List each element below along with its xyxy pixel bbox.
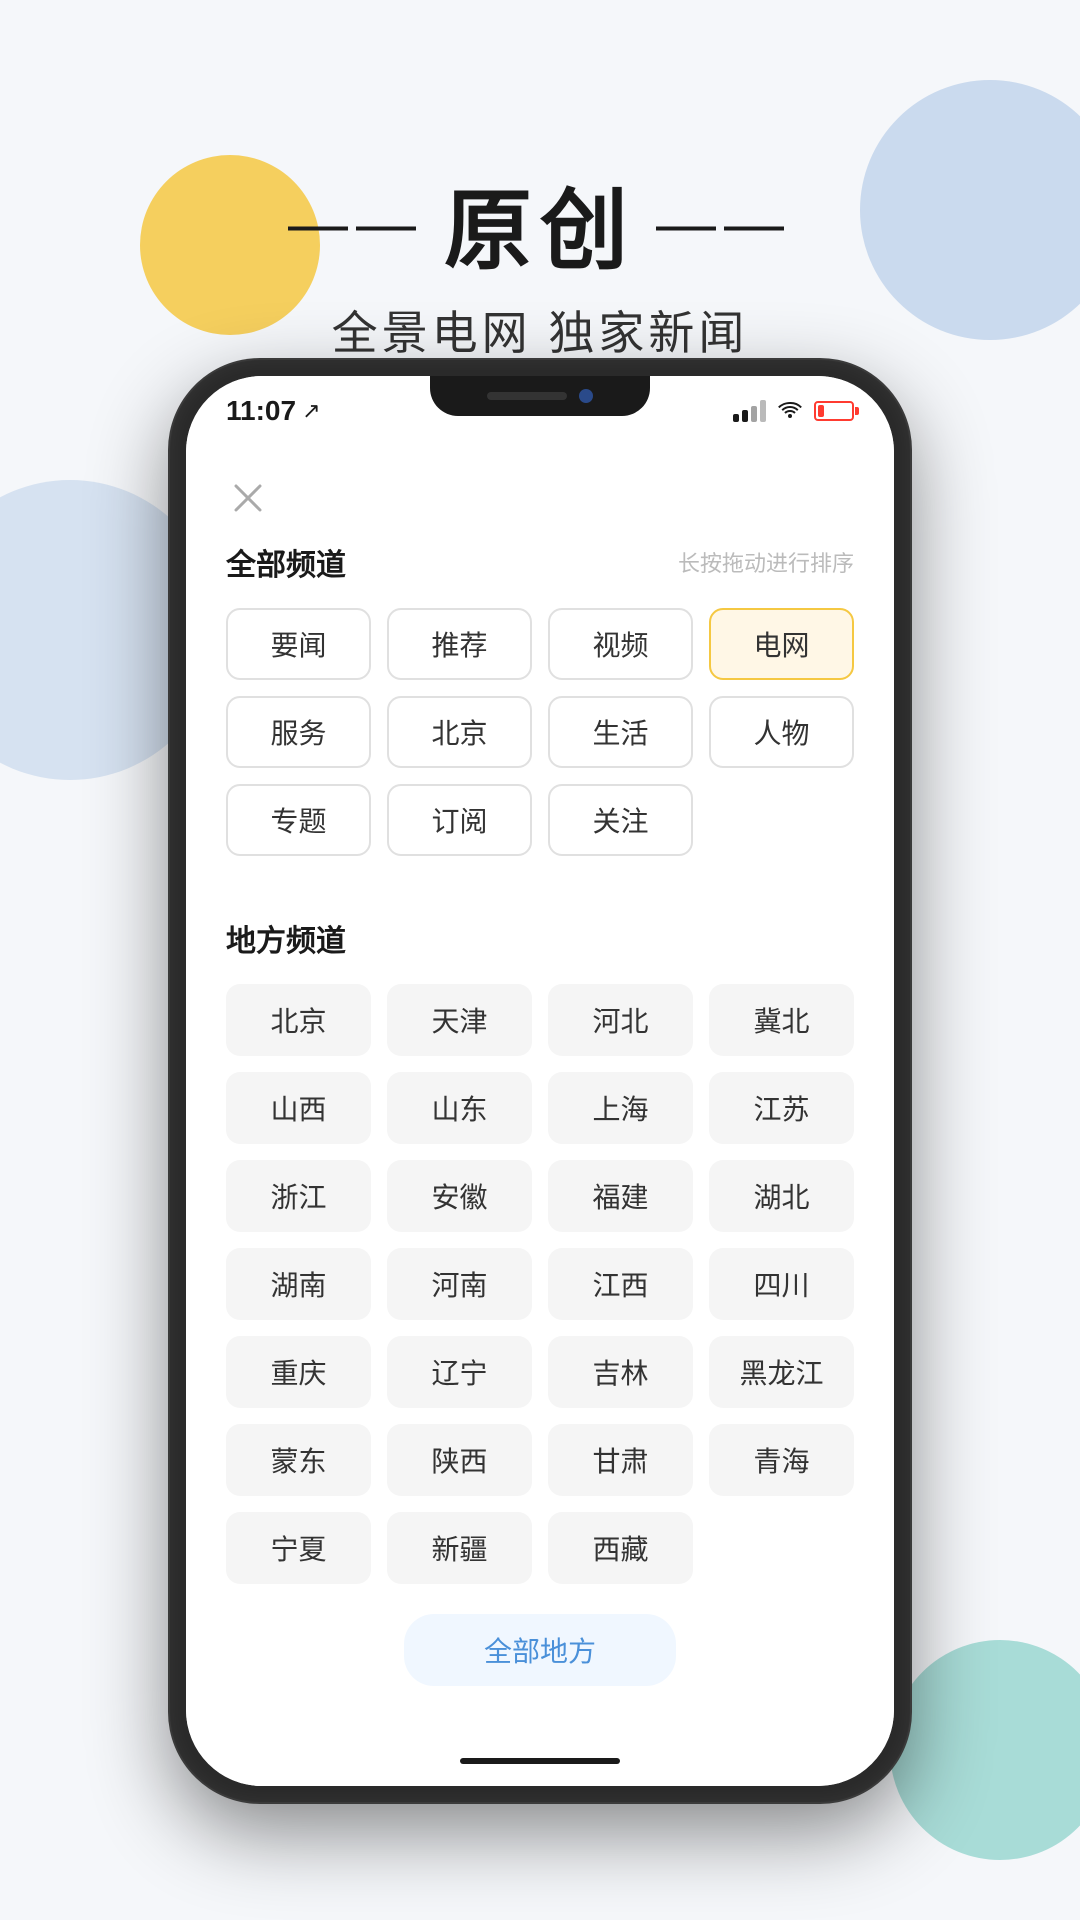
loc-anhui[interactable]: 安徽 — [387, 1160, 532, 1232]
loc-beijing[interactable]: 北京 — [226, 984, 371, 1056]
loc-fujian[interactable]: 福建 — [548, 1160, 693, 1232]
all-local-button[interactable]: 全部地方 — [404, 1614, 676, 1686]
loc-jibei[interactable]: 冀北 — [709, 984, 854, 1056]
bg-circle-teal-bottom — [890, 1640, 1080, 1860]
local-channels-title: 地方频道 — [226, 916, 346, 960]
dash-left: —— — [288, 189, 424, 258]
status-icons — [733, 398, 854, 424]
phone-notch — [430, 376, 650, 416]
loc-henan[interactable]: 河南 — [387, 1248, 532, 1320]
dash-right: —— — [656, 189, 792, 258]
channel-item-guanzhu[interactable]: 关注 — [548, 784, 693, 856]
all-channels-grid: 要闻 推荐 视频 电网 服务 北京 生活 人物 专题 订阅 关注 — [216, 608, 864, 856]
home-bar — [460, 1758, 620, 1764]
phone-inner: 11:07 ↗ — [186, 376, 894, 1786]
loc-hubei[interactable]: 湖北 — [709, 1160, 854, 1232]
close-button[interactable] — [226, 476, 270, 520]
loc-mengdong[interactable]: 蒙东 — [226, 1424, 371, 1496]
signal-bars-icon — [733, 400, 766, 422]
loc-tianjin[interactable]: 天津 — [387, 984, 532, 1056]
home-indicator — [186, 1736, 894, 1786]
phone-outer: 11:07 ↗ — [170, 360, 910, 1802]
loc-jilin[interactable]: 吉林 — [548, 1336, 693, 1408]
channel-item-yaow[interactable]: 要闻 — [226, 608, 371, 680]
loc-ningxia[interactable]: 宁夏 — [226, 1512, 371, 1584]
loc-shanxi[interactable]: 山西 — [226, 1072, 371, 1144]
channel-item-beijing[interactable]: 北京 — [387, 696, 532, 768]
loc-chongqing[interactable]: 重庆 — [226, 1336, 371, 1408]
all-channels-title: 全部频道 — [226, 540, 346, 584]
all-channels-section: 全部频道 长按拖动进行排序 要闻 推荐 视频 电网 服务 北京 生活 人物 — [186, 540, 894, 876]
phone-mockup: 11:07 ↗ — [170, 360, 910, 1802]
all-channels-header: 全部频道 长按拖动进行排序 — [216, 540, 864, 584]
loc-liaoning[interactable]: 辽宁 — [387, 1336, 532, 1408]
local-channels-section: 地方频道 北京 天津 河北 冀北 山西 山东 上海 江苏 浙江 安徽 福建 — [186, 916, 894, 1604]
channel-item-fuwu[interactable]: 服务 — [226, 696, 371, 768]
header-section: —— 原创 —— 全景电网 独家新闻 — [0, 160, 1080, 363]
loc-zhejiang[interactable]: 浙江 — [226, 1160, 371, 1232]
wifi-icon — [778, 398, 802, 424]
app-screen: 全部频道 长按拖动进行排序 要闻 推荐 视频 电网 服务 北京 生活 人物 — [186, 446, 894, 1736]
loc-gansu[interactable]: 甘肃 — [548, 1424, 693, 1496]
loc-jiangxi[interactable]: 江西 — [548, 1248, 693, 1320]
notch-speaker — [487, 392, 567, 400]
loc-hunan[interactable]: 湖南 — [226, 1248, 371, 1320]
loc-heilongjiang[interactable]: 黑龙江 — [709, 1336, 854, 1408]
channel-item-shipin[interactable]: 视频 — [548, 608, 693, 680]
loc-xizang[interactable]: 西藏 — [548, 1512, 693, 1584]
location-channels-grid: 北京 天津 河北 冀北 山西 山东 上海 江苏 浙江 安徽 福建 湖北 湖南 河… — [216, 984, 864, 1584]
channel-item-renwu[interactable]: 人物 — [709, 696, 854, 768]
channel-item-tuijian[interactable]: 推荐 — [387, 608, 532, 680]
status-time: 11:07 ↗ — [226, 395, 321, 427]
loc-shandong[interactable]: 山东 — [387, 1072, 532, 1144]
local-channels-header: 地方频道 — [216, 916, 864, 960]
channel-item-zhuanti[interactable]: 专题 — [226, 784, 371, 856]
channel-item-shenghuo[interactable]: 生活 — [548, 696, 693, 768]
header-title: —— 原创 —— — [0, 160, 1080, 287]
loc-shanghai[interactable]: 上海 — [548, 1072, 693, 1144]
all-channels-hint: 长按拖动进行排序 — [678, 546, 854, 578]
channel-item-dingyue[interactable]: 订阅 — [387, 784, 532, 856]
header-subtitle: 全景电网 独家新闻 — [0, 297, 1080, 363]
screen-toolbar — [186, 446, 894, 540]
location-arrow-icon: ↗ — [302, 398, 320, 424]
loc-sichuan[interactable]: 四川 — [709, 1248, 854, 1320]
notch-camera — [579, 389, 593, 403]
loc-xinjiang[interactable]: 新疆 — [387, 1512, 532, 1584]
loc-shaanxi[interactable]: 陕西 — [387, 1424, 532, 1496]
main-title-text: 原创 — [444, 160, 636, 287]
loc-qinghai[interactable]: 青海 — [709, 1424, 854, 1496]
channel-item-dianwang[interactable]: 电网 — [709, 608, 854, 680]
loc-jiangsu[interactable]: 江苏 — [709, 1072, 854, 1144]
loc-hebei[interactable]: 河北 — [548, 984, 693, 1056]
battery-icon — [814, 401, 854, 421]
bottom-hint: 全部地方 — [186, 1604, 894, 1696]
